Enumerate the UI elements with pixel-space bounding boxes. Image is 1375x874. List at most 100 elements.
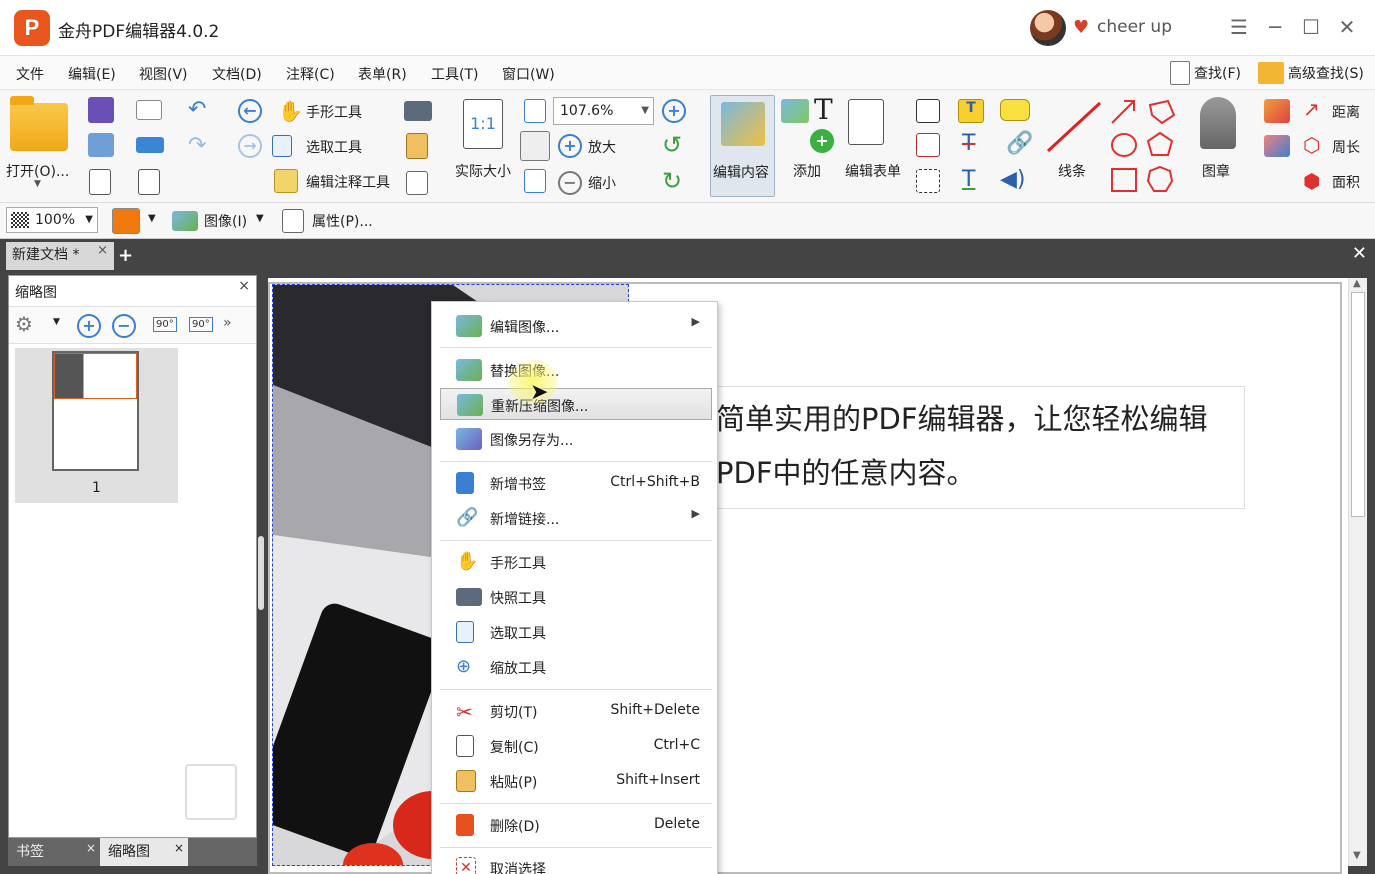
edit-annotation-label[interactable]: 编辑注释工具 bbox=[306, 172, 390, 192]
page-thumbnail[interactable]: 1 bbox=[15, 348, 178, 503]
eraser-icon[interactable] bbox=[1264, 135, 1290, 157]
menu-delete[interactable]: 删除(D) Delete bbox=[440, 809, 712, 841]
enlarge-thumb-icon[interactable]: + bbox=[77, 314, 101, 338]
menu-tools[interactable]: 工具(T) bbox=[431, 64, 478, 84]
zoom-in-icon[interactable]: + bbox=[558, 134, 582, 158]
underline-icon[interactable]: T bbox=[962, 167, 975, 192]
close-button[interactable]: ✕ bbox=[1334, 14, 1360, 40]
opacity-select[interactable]: 100% ▼ bbox=[6, 207, 98, 233]
vertical-scrollbar[interactable]: ▲ ▼ bbox=[1348, 278, 1367, 866]
menu-add-link[interactable]: 🔗 新增链接... ▶ bbox=[440, 502, 712, 534]
strikeout-icon[interactable]: T bbox=[962, 131, 975, 156]
menu-add-bookmark[interactable]: 新增书签 Ctrl+Shift+B bbox=[440, 467, 712, 499]
save-icon[interactable] bbox=[88, 97, 114, 123]
perimeter-label[interactable]: 周长 bbox=[1332, 137, 1360, 157]
pentagon-icon[interactable] bbox=[1146, 131, 1174, 156]
line-label[interactable]: 线条 bbox=[1058, 161, 1086, 181]
open-dropdown-icon[interactable]: ▼ bbox=[34, 179, 41, 189]
fill-color-swatch[interactable] bbox=[112, 208, 140, 234]
more-options-icon[interactable]: » bbox=[223, 315, 232, 331]
select-tool-label[interactable]: 选取工具 bbox=[306, 137, 362, 157]
tab-bookmarks[interactable]: 书签 × bbox=[8, 838, 100, 866]
hand-tool-icon[interactable]: ✋ bbox=[278, 99, 303, 123]
sound-icon[interactable]: ◀) bbox=[1000, 167, 1026, 192]
fit-visible-icon[interactable] bbox=[524, 169, 546, 193]
properties-icon[interactable] bbox=[282, 209, 304, 233]
fit-width-icon[interactable] bbox=[520, 131, 550, 161]
username[interactable]: cheer up bbox=[1097, 17, 1172, 37]
thumbnails-close-icon[interactable]: × bbox=[174, 834, 184, 862]
open-label[interactable]: 打开(O)... bbox=[6, 161, 69, 181]
snapshot-icon[interactable] bbox=[404, 101, 432, 121]
add-label[interactable]: 添加 bbox=[793, 161, 821, 181]
undo-icon[interactable]: ↶ bbox=[188, 97, 206, 122]
scan-icon[interactable] bbox=[136, 137, 164, 153]
menu-window[interactable]: 窗口(W) bbox=[502, 64, 555, 84]
rotate-cw-icon[interactable]: 90° bbox=[189, 317, 213, 332]
new-page-icon[interactable] bbox=[138, 169, 160, 195]
zoom-dropdown-icon[interactable]: ▼ bbox=[641, 98, 649, 124]
email-icon[interactable] bbox=[136, 100, 162, 120]
arrow-icon[interactable] bbox=[1111, 100, 1135, 124]
line-icon[interactable] bbox=[1044, 99, 1104, 155]
shape-tools[interactable] bbox=[1108, 97, 1178, 197]
cloud-icon[interactable] bbox=[1146, 165, 1174, 192]
properties-label[interactable]: 属性(P)... bbox=[312, 211, 373, 231]
add-text-icon[interactable]: T bbox=[814, 93, 833, 126]
close-document-button[interactable]: ✕ bbox=[1352, 243, 1367, 264]
highlight-text-icon[interactable]: T bbox=[958, 99, 984, 123]
menu-paste[interactable]: 粘贴(P) Shift+Insert bbox=[440, 765, 712, 797]
menu-view[interactable]: 视图(V) bbox=[139, 64, 188, 84]
text-box-icon[interactable] bbox=[916, 133, 940, 157]
menu-select-tool[interactable]: 选取工具 bbox=[440, 616, 712, 648]
edit-annotation-icon[interactable] bbox=[274, 169, 298, 193]
rotate-left-icon[interactable]: ↺ bbox=[662, 131, 682, 159]
circle-icon[interactable] bbox=[1111, 133, 1137, 157]
panel-splitter[interactable] bbox=[258, 536, 264, 610]
select-tool-icon[interactable] bbox=[272, 135, 292, 157]
menu-hand-tool[interactable]: ✋ 手形工具 bbox=[440, 546, 712, 578]
note-icon[interactable] bbox=[1000, 99, 1030, 121]
menu-edit[interactable]: 编辑(E) bbox=[68, 64, 116, 84]
area-label[interactable]: 面积 bbox=[1332, 172, 1360, 192]
scroll-up-icon[interactable]: ▲ bbox=[1353, 278, 1361, 289]
forward-icon[interactable]: → bbox=[238, 134, 262, 158]
tab-thumbnails[interactable]: 缩略图 × bbox=[100, 838, 188, 866]
stamp-label[interactable]: 图章 bbox=[1202, 161, 1230, 181]
rectangle-icon[interactable] bbox=[1111, 168, 1137, 192]
open-folder-icon[interactable] bbox=[10, 96, 68, 151]
hand-tool-label[interactable]: 手形工具 bbox=[306, 102, 362, 122]
settings-gear-icon[interactable]: ⚙ bbox=[15, 312, 33, 336]
menu-cut[interactable]: ✂ 剪切(T) Shift+Delete bbox=[440, 695, 712, 727]
fill-color-dropdown-icon[interactable]: ▼ bbox=[148, 213, 156, 224]
rotate-right-icon[interactable]: ↻ bbox=[662, 167, 682, 195]
back-icon[interactable]: ← bbox=[238, 99, 262, 123]
menu-recompress-image[interactable]: 重新压缩图像... bbox=[440, 388, 712, 420]
distance-label[interactable]: 距离 bbox=[1332, 102, 1360, 122]
menu-form[interactable]: 表单(R) bbox=[358, 64, 407, 84]
insert-page-icon[interactable] bbox=[406, 171, 428, 195]
area-icon[interactable]: ⬢ bbox=[1303, 169, 1320, 193]
actual-size-icon[interactable]: 1:1 bbox=[463, 99, 503, 149]
settings-dropdown-icon[interactable]: ▼ bbox=[53, 317, 60, 327]
menu-file[interactable]: 文件 bbox=[16, 64, 44, 84]
edit-form-label[interactable]: 编辑表单 bbox=[845, 161, 901, 181]
zoom-select[interactable]: 107.6% ▼ bbox=[553, 97, 654, 125]
image-menu-icon[interactable] bbox=[172, 211, 198, 231]
menu-comment[interactable]: 注释(C) bbox=[286, 64, 335, 84]
menu-edit-image[interactable]: 编辑图像... ▶ bbox=[440, 310, 712, 342]
rotate-ccw-icon[interactable]: 90° bbox=[153, 317, 177, 332]
distance-icon[interactable]: ↗ bbox=[1303, 97, 1320, 121]
tab-new-document[interactable]: 新建文档 * × bbox=[6, 242, 114, 270]
paste-icon[interactable] bbox=[406, 133, 428, 159]
print-icon[interactable] bbox=[88, 133, 114, 157]
advanced-find-button[interactable]: 高级查找(S) bbox=[1258, 60, 1364, 86]
zoom-out-icon[interactable]: − bbox=[558, 171, 582, 195]
fit-page-icon[interactable] bbox=[524, 99, 546, 123]
shrink-thumb-icon[interactable]: − bbox=[112, 314, 136, 338]
bookmarks-close-icon[interactable]: × bbox=[86, 834, 96, 862]
menu-document[interactable]: 文档(D) bbox=[212, 64, 262, 84]
add-plus-icon[interactable]: + bbox=[810, 129, 834, 153]
tab-close-icon[interactable]: × bbox=[97, 238, 108, 264]
minimize-button[interactable]: ─ bbox=[1262, 14, 1288, 40]
